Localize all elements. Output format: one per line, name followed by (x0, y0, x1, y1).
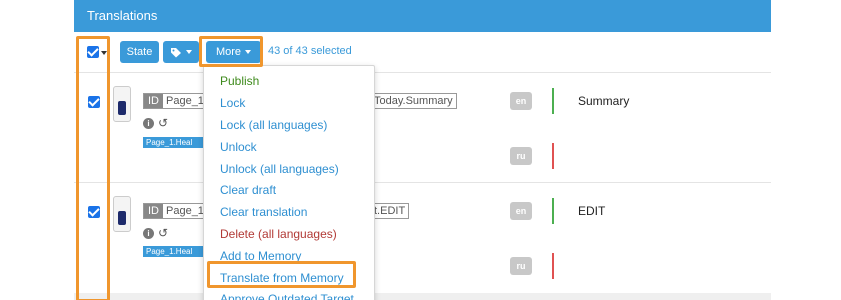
key-id-field[interactable]: ID Page_1 (143, 93, 210, 109)
lang-badge-en: en (510, 92, 532, 110)
selected-count: 43 of 43 selected (268, 45, 352, 57)
key-id-suffix: Today.Summary (374, 93, 457, 109)
lang-badge-ru: ru (510, 257, 532, 275)
more-button[interactable]: More (206, 41, 261, 63)
key-tag[interactable]: Page_1.Heal (143, 246, 203, 257)
history-icon[interactable]: ↺ (158, 117, 168, 129)
history-icon[interactable]: ↺ (158, 227, 168, 239)
status-bar-ru (552, 143, 554, 169)
info-icon[interactable]: i (143, 118, 154, 129)
state-button[interactable]: State (120, 41, 159, 63)
screenshot-thumbnail[interactable] (113, 86, 131, 122)
info-icon[interactable]: i (143, 228, 154, 239)
menu-item-add-to-memory[interactable]: Add to Memory (220, 249, 301, 263)
menu-item-unlock[interactable]: Unlock (220, 140, 257, 154)
menu-item-clear-draft[interactable]: Clear draft (220, 183, 276, 197)
tag-icon (171, 47, 181, 57)
select-all-checkbox[interactable] (87, 46, 99, 58)
translation-text-en[interactable]: EDIT (578, 204, 605, 218)
menu-item-lock[interactable]: Lock (220, 96, 245, 110)
translation-text-en[interactable]: Summary (578, 94, 629, 108)
translations-screen: Translations State More 43 of 43 selecte… (0, 0, 841, 300)
next-row-background (74, 293, 771, 300)
more-dropdown-menu: Publish Lock Lock (all languages) Unlock… (203, 65, 375, 300)
panel-title: Translations (87, 8, 158, 23)
tags-button[interactable] (163, 41, 199, 63)
id-label: ID (144, 204, 163, 218)
menu-item-unlock-all-languages[interactable]: Unlock (all languages) (220, 162, 339, 176)
row-divider (74, 72, 771, 73)
menu-item-approve-outdated-target[interactable]: Approve Outdated Target (220, 292, 354, 300)
toolbar: State More 43 of 43 selected (74, 32, 771, 72)
row-checkbox[interactable] (88, 206, 100, 218)
menu-item-publish[interactable]: Publish (220, 74, 259, 88)
status-bar-en (552, 198, 554, 224)
menu-item-clear-translation[interactable]: Clear translation (220, 205, 307, 219)
lang-badge-en: en (510, 202, 532, 220)
key-id-suffix: t.EDIT (374, 203, 410, 219)
status-bar-ru (552, 253, 554, 279)
more-button-label: More (215, 46, 242, 58)
state-button-label: State (126, 46, 153, 58)
menu-item-translate-from-memory[interactable]: Translate from Memory (220, 271, 344, 285)
id-label: ID (144, 94, 163, 108)
id-value: Page_1 (166, 205, 204, 217)
row-divider (74, 182, 771, 183)
more-chevron-down-icon (245, 50, 252, 54)
checkbox-column-highlight (76, 36, 110, 300)
status-bar-en (552, 88, 554, 114)
menu-item-delete-all-languages[interactable]: Delete (all languages) (220, 227, 337, 241)
key-tag[interactable]: Page_1.Heal (143, 137, 203, 148)
screenshot-thumbnail[interactable] (113, 196, 131, 232)
select-all-chevron-down-icon[interactable] (101, 51, 107, 55)
lang-badge-ru: ru (510, 147, 532, 165)
row-checkbox[interactable] (88, 96, 100, 108)
panel-header: Translations (74, 0, 771, 32)
tags-chevron-down-icon (186, 50, 192, 54)
key-id-field[interactable]: ID Page_1 (143, 203, 210, 219)
menu-item-lock-all-languages[interactable]: Lock (all languages) (220, 118, 327, 132)
id-value: Page_1 (166, 95, 204, 107)
